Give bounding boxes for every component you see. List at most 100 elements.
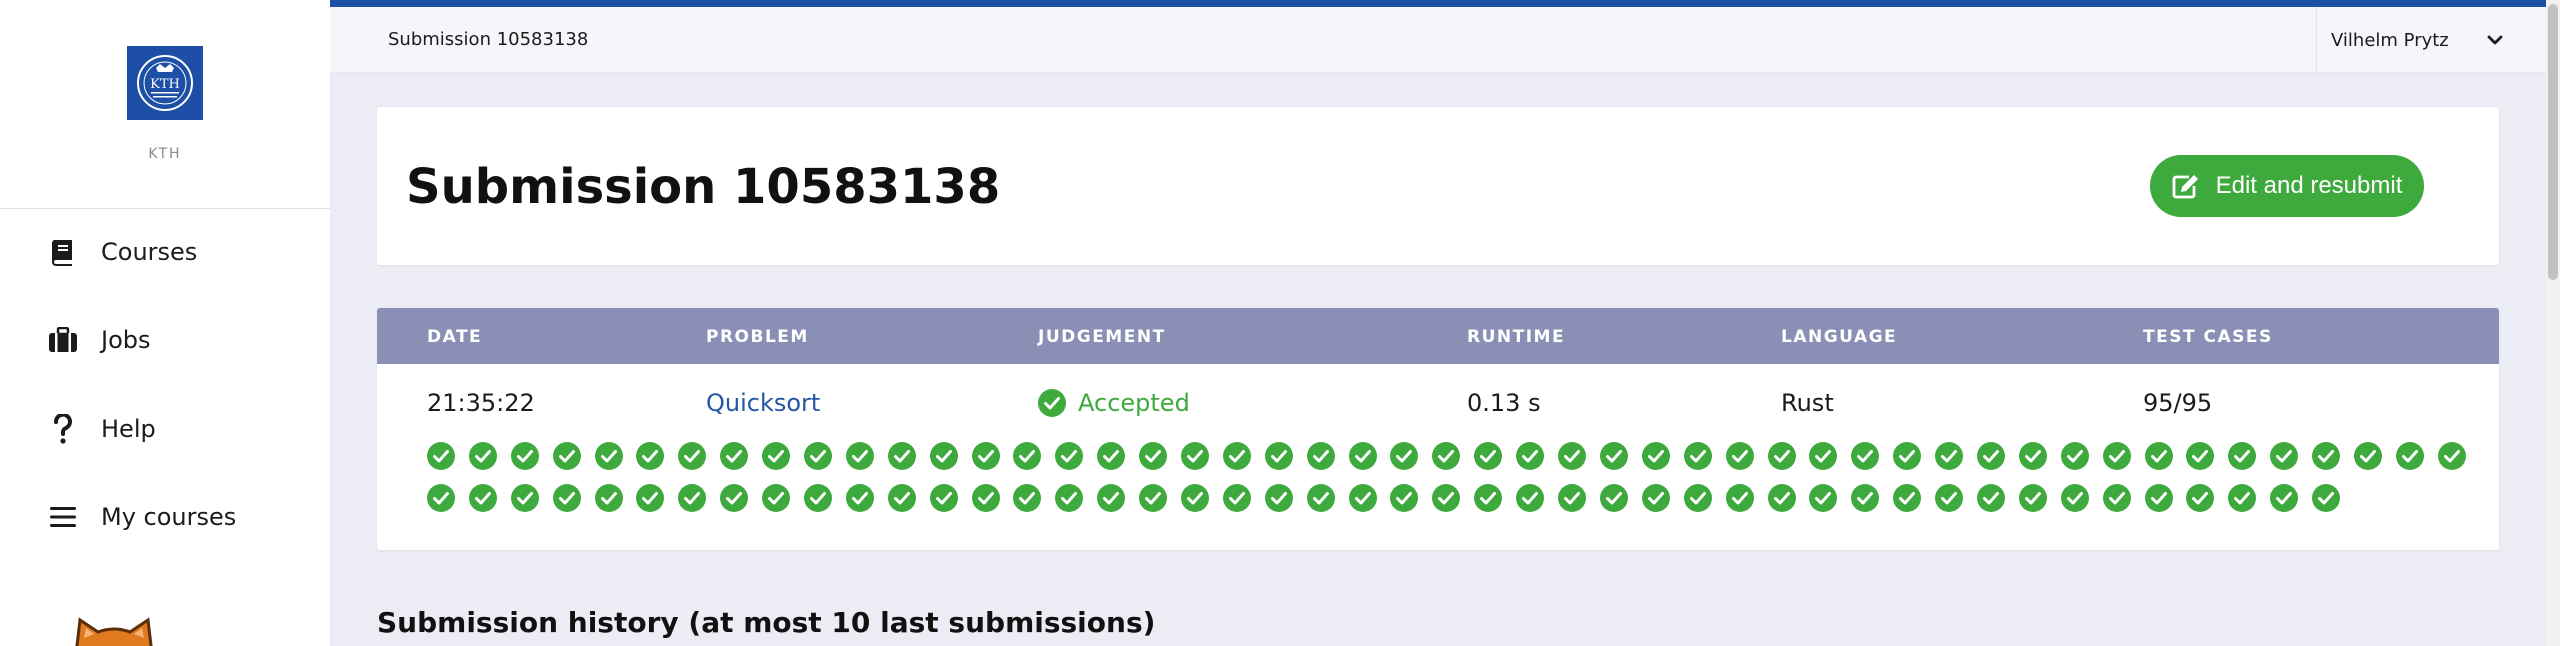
- test-case-passed-icon[interactable]: [1055, 442, 1084, 470]
- test-case-passed-icon[interactable]: [845, 442, 874, 470]
- test-case-passed-icon[interactable]: [2353, 442, 2382, 470]
- sidebar-item-jobs[interactable]: Jobs: [48, 318, 151, 362]
- test-case-passed-icon[interactable]: [1767, 442, 1796, 470]
- test-case-passed-icon[interactable]: [2018, 484, 2047, 512]
- scrollbar-thumb[interactable]: [2548, 4, 2558, 280]
- test-case-passed-icon[interactable]: [1474, 484, 1503, 512]
- test-case-passed-icon[interactable]: [678, 442, 707, 470]
- test-case-passed-icon[interactable]: [1935, 442, 1964, 470]
- test-case-passed-icon[interactable]: [1893, 484, 1922, 512]
- test-case-passed-icon[interactable]: [1809, 484, 1838, 512]
- test-case-passed-icon[interactable]: [2144, 484, 2173, 512]
- test-case-passed-icon[interactable]: [804, 442, 833, 470]
- test-case-passed-icon[interactable]: [2228, 484, 2257, 512]
- problem-link[interactable]: Quicksort: [706, 388, 820, 418]
- test-case-passed-icon[interactable]: [720, 484, 749, 512]
- test-case-passed-icon[interactable]: [1432, 442, 1461, 470]
- test-case-passed-icon[interactable]: [1390, 442, 1419, 470]
- test-case-passed-icon[interactable]: [2395, 442, 2424, 470]
- test-case-passed-icon[interactable]: [1851, 442, 1880, 470]
- test-case-passed-icon[interactable]: [1767, 484, 1796, 512]
- test-case-passed-icon[interactable]: [1683, 484, 1712, 512]
- test-case-passed-icon[interactable]: [929, 484, 958, 512]
- test-case-passed-icon[interactable]: [1558, 442, 1587, 470]
- test-case-passed-icon[interactable]: [1641, 442, 1670, 470]
- test-case-passed-icon[interactable]: [1390, 484, 1419, 512]
- test-case-passed-icon[interactable]: [1306, 484, 1335, 512]
- test-case-passed-icon[interactable]: [636, 484, 665, 512]
- test-case-passed-icon[interactable]: [1683, 442, 1712, 470]
- test-case-passed-icon[interactable]: [2186, 442, 2215, 470]
- test-case-passed-icon[interactable]: [2102, 484, 2131, 512]
- test-case-passed-icon[interactable]: [1222, 484, 1251, 512]
- test-case-passed-icon[interactable]: [1641, 484, 1670, 512]
- test-case-passed-icon[interactable]: [1264, 484, 1293, 512]
- test-case-passed-icon[interactable]: [971, 442, 1000, 470]
- test-case-passed-icon[interactable]: [1348, 442, 1377, 470]
- test-case-passed-icon[interactable]: [1851, 484, 1880, 512]
- sidebar-item-courses[interactable]: Courses: [48, 230, 197, 274]
- test-case-passed-icon[interactable]: [2437, 442, 2466, 470]
- test-case-passed-icon[interactable]: [594, 484, 623, 512]
- test-case-passed-icon[interactable]: [1264, 442, 1293, 470]
- test-case-passed-icon[interactable]: [1935, 484, 1964, 512]
- test-case-passed-icon[interactable]: [1013, 484, 1042, 512]
- test-case-passed-icon[interactable]: [845, 484, 874, 512]
- test-case-passed-icon[interactable]: [1222, 442, 1251, 470]
- test-case-passed-icon[interactable]: [1097, 484, 1126, 512]
- edit-and-resubmit-button[interactable]: Edit and resubmit: [2150, 155, 2424, 217]
- test-case-passed-icon[interactable]: [1516, 484, 1545, 512]
- test-case-passed-icon[interactable]: [1055, 484, 1084, 512]
- test-case-passed-icon[interactable]: [1809, 442, 1838, 470]
- test-case-passed-icon[interactable]: [2186, 484, 2215, 512]
- test-case-passed-icon[interactable]: [2060, 442, 2089, 470]
- test-case-passed-icon[interactable]: [552, 484, 581, 512]
- test-case-passed-icon[interactable]: [1725, 442, 1754, 470]
- test-case-passed-icon[interactable]: [1181, 484, 1210, 512]
- test-case-passed-icon[interactable]: [1893, 442, 1922, 470]
- test-case-passed-icon[interactable]: [887, 484, 916, 512]
- test-case-passed-icon[interactable]: [1432, 484, 1461, 512]
- test-case-passed-icon[interactable]: [804, 484, 833, 512]
- test-case-passed-icon[interactable]: [510, 442, 539, 470]
- test-case-passed-icon[interactable]: [1181, 442, 1210, 470]
- test-case-passed-icon[interactable]: [1139, 484, 1168, 512]
- sidebar-item-help[interactable]: Help: [48, 407, 156, 451]
- test-case-passed-icon[interactable]: [1139, 442, 1168, 470]
- test-case-passed-icon[interactable]: [468, 484, 497, 512]
- test-case-passed-icon[interactable]: [887, 442, 916, 470]
- test-case-passed-icon[interactable]: [552, 442, 581, 470]
- test-case-passed-icon[interactable]: [1976, 484, 2005, 512]
- test-case-passed-icon[interactable]: [1976, 442, 2005, 470]
- test-case-passed-icon[interactable]: [636, 442, 665, 470]
- test-case-passed-icon[interactable]: [427, 442, 455, 470]
- sidebar-item-my-courses[interactable]: My courses: [48, 495, 236, 539]
- test-case-passed-icon[interactable]: [2018, 442, 2047, 470]
- test-case-passed-icon[interactable]: [971, 484, 1000, 512]
- test-case-passed-icon[interactable]: [1516, 442, 1545, 470]
- test-case-passed-icon[interactable]: [1348, 484, 1377, 512]
- test-case-passed-icon[interactable]: [762, 484, 791, 512]
- test-case-passed-icon[interactable]: [1558, 484, 1587, 512]
- test-case-passed-icon[interactable]: [1097, 442, 1126, 470]
- test-case-passed-icon[interactable]: [2270, 442, 2299, 470]
- test-case-passed-icon[interactable]: [427, 484, 455, 512]
- test-case-passed-icon[interactable]: [1599, 484, 1628, 512]
- test-case-passed-icon[interactable]: [678, 484, 707, 512]
- test-case-passed-icon[interactable]: [2270, 484, 2299, 512]
- test-case-passed-icon[interactable]: [1474, 442, 1503, 470]
- test-case-passed-icon[interactable]: [762, 442, 791, 470]
- test-case-passed-icon[interactable]: [1013, 442, 1042, 470]
- test-case-passed-icon[interactable]: [510, 484, 539, 512]
- user-menu[interactable]: Vilhelm Prytz: [2331, 27, 2503, 53]
- test-case-passed-icon[interactable]: [929, 442, 958, 470]
- test-case-passed-icon[interactable]: [2060, 484, 2089, 512]
- test-case-passed-icon[interactable]: [594, 442, 623, 470]
- test-case-passed-icon[interactable]: [468, 442, 497, 470]
- kth-logo[interactable]: KTH: [127, 46, 203, 120]
- test-case-passed-icon[interactable]: [1599, 442, 1628, 470]
- test-case-passed-icon[interactable]: [2312, 484, 2341, 512]
- test-case-passed-icon[interactable]: [2102, 442, 2131, 470]
- test-case-passed-icon[interactable]: [2144, 442, 2173, 470]
- test-case-passed-icon[interactable]: [1306, 442, 1335, 470]
